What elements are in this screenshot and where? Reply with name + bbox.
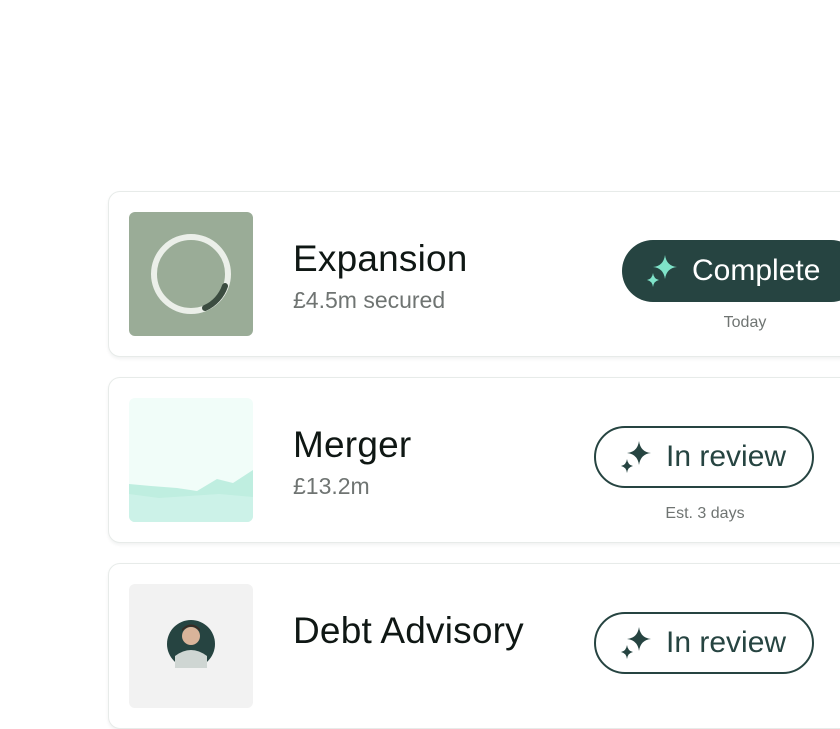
status-label: In review [666,440,787,473]
deal-title: Expansion [293,238,468,279]
status-label: Complete [692,254,821,287]
deal-title: Debt Advisory [293,610,524,651]
deal-card-merger[interactable]: Merger £13.2m In review Est. 3 days [108,377,840,543]
deal-amount: £13.2m [293,473,370,499]
deal-title: Merger [293,424,412,465]
deal-amount: £4.5m secured [293,287,446,313]
status-in-review-button[interactable]: In review [594,426,814,488]
avatar [167,620,215,668]
progress-ring-icon [151,234,231,314]
area-chart-thumbnail [129,398,253,522]
status-in-review-button[interactable]: In review [594,612,814,674]
status-note: Today [723,314,767,331]
sparkle-icon [621,441,651,473]
status-complete-button[interactable]: Complete [622,240,840,302]
sparkle-icon [647,255,677,287]
status-note: Est. 3 days [665,505,745,522]
progress-ring-thumbnail [129,212,253,336]
deal-card-debt-advisory[interactable]: Debt Advisory In review [108,563,840,729]
sparkle-icon [621,627,651,659]
status-label: In review [666,626,787,659]
avatar-thumbnail [129,584,253,708]
deal-card-expansion[interactable]: Expansion £4.5m secured Complete Today [108,191,840,357]
area-chart-icon [129,470,253,522]
